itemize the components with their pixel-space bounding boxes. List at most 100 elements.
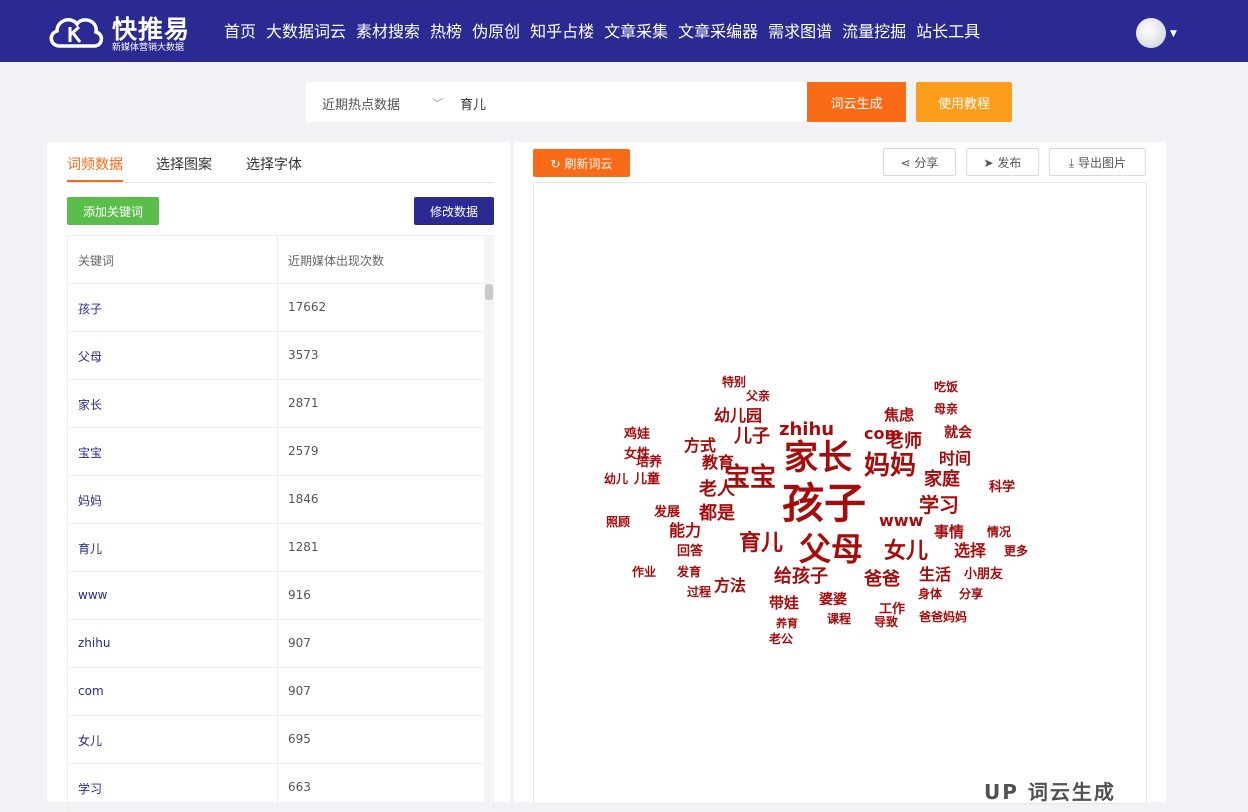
cloud-word: 老公: [769, 632, 794, 646]
search-input[interactable]: [458, 90, 792, 116]
tab-bar: 词频数据 选择图案 选择字体: [67, 142, 494, 183]
column-header-keyword: 关键词: [78, 254, 115, 268]
refresh-label: 刷新词云: [564, 156, 613, 171]
cloud-word: zhihu: [779, 419, 835, 440]
keyword-cell: 妈妈: [78, 494, 103, 508]
generate-cloud-button[interactable]: 词云生成: [807, 82, 906, 122]
cloud-word: 教育: [702, 453, 735, 472]
cloud-word: 事情: [934, 523, 965, 541]
count-cell: 695: [288, 732, 311, 746]
share-label: 分享: [914, 155, 939, 170]
cloud-word: 课程: [827, 612, 852, 626]
table-scrollbar[interactable]: [484, 236, 494, 802]
table-row[interactable]: 父母 3573: [67, 332, 494, 380]
table-row[interactable]: 宝宝 2579: [67, 428, 494, 476]
count-cell: 1846: [288, 492, 319, 506]
nav-item-material-search[interactable]: 素材搜索: [356, 18, 420, 42]
send-icon: ➤: [983, 155, 998, 170]
add-keyword-button[interactable]: 添加关键词: [67, 197, 159, 225]
cloud-word: 分享: [959, 587, 984, 601]
cloud-word: 孩子: [782, 479, 867, 528]
cloud-logo-icon: [49, 18, 104, 48]
download-icon: ⤓: [1068, 155, 1079, 170]
nav-item-wordcloud[interactable]: 大数据词云: [266, 18, 346, 42]
tab-choose-font[interactable]: 选择字体: [246, 154, 302, 174]
table-row[interactable]: 家长 2871: [67, 380, 494, 428]
export-image-button[interactable]: ⤓ 导出图片: [1049, 148, 1146, 176]
cloud-word: 能力: [669, 521, 702, 540]
tab-word-frequency[interactable]: 词频数据: [67, 154, 123, 174]
cloud-word: 鸡娃: [624, 427, 651, 442]
table-row[interactable]: 女儿 695: [67, 716, 494, 764]
cloud-word: 父亲: [746, 389, 771, 403]
table-scrollbar-thumb[interactable]: [485, 284, 493, 300]
publish-button[interactable]: ➤ 发布: [966, 148, 1039, 176]
word-cloud-canvas: 孩子 家长 父母 宝宝 妈妈 育儿 www zhihu com 女儿 学习 老师 家庭 儿子 教育 老人 都是时…: [533, 182, 1147, 804]
cloud-word: 家长: [784, 438, 852, 478]
keyword-cell: com: [78, 684, 104, 698]
nav-item-traffic-mining[interactable]: 流量挖掘: [842, 18, 906, 42]
refresh-icon: ↻: [550, 156, 565, 171]
table-row[interactable]: 妈妈 1846: [67, 476, 494, 524]
source-select[interactable]: 近期热点数据: [322, 94, 400, 113]
count-cell: 907: [288, 684, 311, 698]
cloud-word: 幼儿园: [714, 406, 763, 425]
caret-down-icon[interactable]: ▼: [1170, 29, 1177, 39]
nav-item-demand-graph[interactable]: 需求图谱: [768, 18, 832, 42]
table-row[interactable]: 育儿 1281: [67, 524, 494, 572]
cloud-word: 方法: [714, 576, 747, 595]
count-cell: 17662: [288, 300, 327, 314]
nav-item-pseudo-original[interactable]: 伪原创: [472, 18, 520, 42]
nav-item-article-editor[interactable]: 文章采编器: [678, 18, 758, 42]
cloud-word: 母亲: [934, 402, 959, 416]
tutorial-button[interactable]: 使用教程: [916, 82, 1012, 122]
count-cell: 907: [288, 636, 311, 650]
cloud-word: 更多: [1004, 544, 1029, 558]
edit-data-button[interactable]: 修改数据: [414, 197, 494, 225]
cloud-word: 女性: [624, 447, 651, 462]
table-header-row: 关键词 近期媒体出现次数: [67, 236, 494, 284]
cloud-word: 科学: [989, 480, 1016, 495]
cloud-word: 发展: [654, 505, 681, 520]
nav-item-home[interactable]: 首页: [224, 18, 256, 42]
brand-tagline: 新媒体营销大数据: [112, 43, 185, 53]
table-row[interactable]: www 916: [67, 572, 494, 620]
nav-item-hot-list[interactable]: 热榜: [430, 18, 462, 42]
count-cell: 1281: [288, 540, 319, 554]
cloud-word: 学习: [919, 493, 959, 517]
table-row[interactable]: 学习 663: [67, 764, 494, 812]
keyword-cell: 孩子: [78, 302, 103, 316]
active-tab-indicator: [67, 180, 123, 182]
avatar[interactable]: [1136, 18, 1166, 48]
cloud-word: www: [879, 511, 924, 530]
tab-choose-shape[interactable]: 选择图案: [156, 154, 212, 174]
cloud-word: 发育: [677, 565, 702, 579]
count-cell: 3573: [288, 348, 319, 362]
keyword-cell: www: [78, 588, 108, 602]
table-row[interactable]: zhihu 907: [67, 620, 494, 668]
cloud-word: 导致: [874, 615, 899, 629]
nav-item-zhihu[interactable]: 知乎占楼: [530, 18, 594, 42]
nav-item-webmaster-tools[interactable]: 站长工具: [916, 18, 980, 42]
cloud-word: 身体: [918, 587, 943, 601]
share-button[interactable]: ⋖ 分享: [883, 148, 956, 176]
cloud-word: 老人: [699, 479, 735, 500]
refresh-cloud-button[interactable]: ↻ 刷新词云: [533, 149, 630, 177]
cloud-word: 妈妈: [864, 451, 917, 481]
nav-item-article-collect[interactable]: 文章采集: [604, 18, 668, 42]
chevron-down-icon[interactable]: ﹀: [432, 95, 443, 111]
cloud-word: 儿童: [634, 472, 661, 487]
table-row[interactable]: com 907: [67, 668, 494, 716]
cloud-word: 都是: [699, 503, 735, 524]
cloud-word: 女儿: [884, 539, 929, 564]
cloud-word: 照顾: [606, 515, 631, 529]
count-cell: 2579: [288, 444, 319, 458]
cloud-word: 回答: [677, 544, 704, 559]
keyword-cell: 宝宝: [78, 446, 103, 460]
brand-logo[interactable]: 快推易 新媒体营销大数据: [46, 10, 206, 54]
cloud-word: 爸爸: [864, 569, 900, 590]
cloud-word: 特别: [722, 375, 747, 389]
keyword-cell: 家长: [78, 398, 103, 412]
cloud-word: 选择: [954, 541, 987, 560]
table-row[interactable]: 孩子 17662: [67, 284, 494, 332]
